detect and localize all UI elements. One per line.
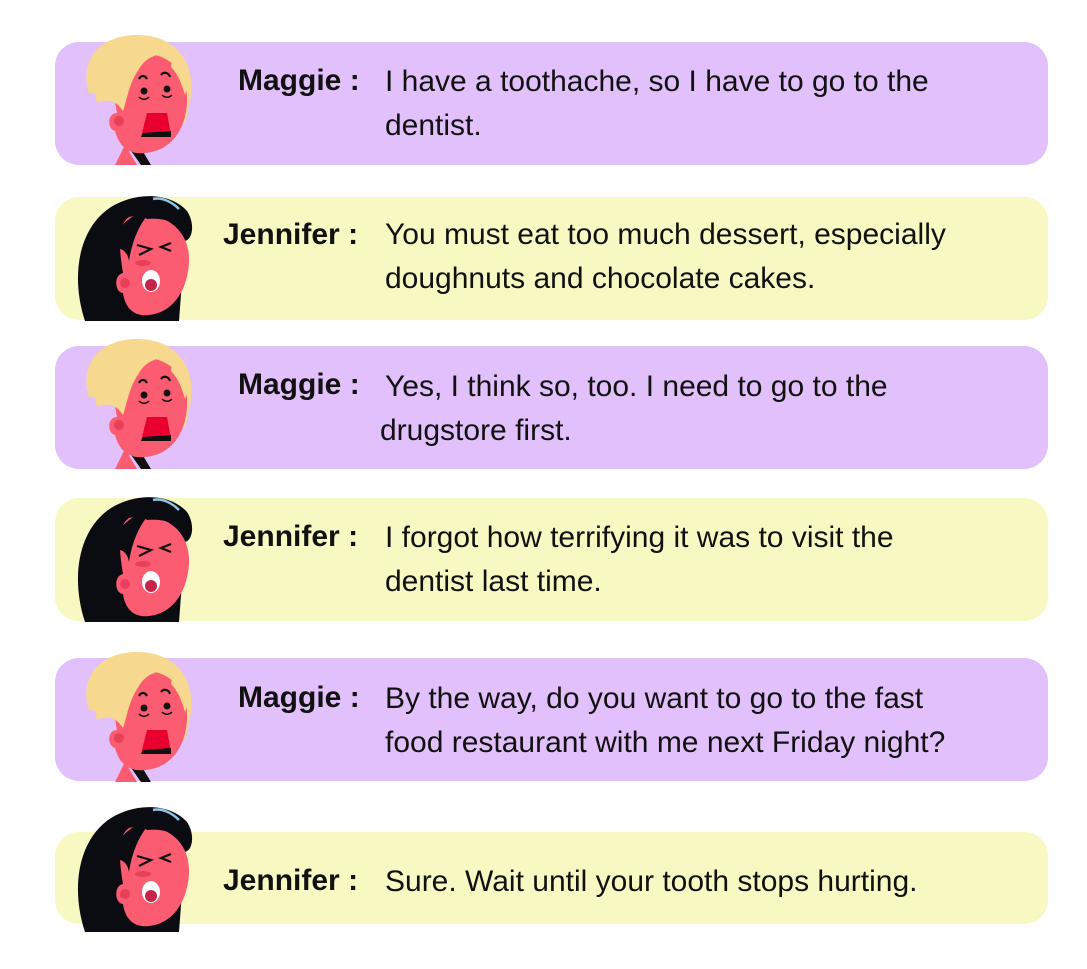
dialogue-line: You must eat too much dessert, especiall… (385, 218, 946, 251)
speaker-name: Jennifer (223, 218, 340, 251)
jennifer-avatar (67, 800, 197, 932)
maggie-avatar (67, 337, 197, 469)
speaker-name: Jennifer (223, 520, 340, 553)
speaker-separator: : (349, 681, 360, 714)
jennifer-avatar (67, 189, 197, 321)
speaker-separator: : (349, 64, 360, 97)
dialogue-line: food restaurant with me next Friday nigh… (385, 726, 946, 759)
speaker-separator: : (349, 368, 360, 401)
maggie-avatar (67, 33, 197, 165)
speaker-separator: : (348, 218, 359, 251)
speaker-name: Maggie (238, 64, 342, 97)
maggie-avatar (67, 650, 197, 782)
speaker-label: Jennifer : (223, 864, 358, 898)
jennifer-avatar (67, 490, 197, 622)
dialogue-line: I forgot how terrifying it was to visit … (385, 521, 894, 554)
speaker-name: Maggie (238, 681, 342, 714)
dialogue-line: dentist. (385, 109, 482, 142)
dialogue-line: I have a toothache, so I have to go to t… (385, 65, 929, 98)
speaker-label: Jennifer : (223, 218, 358, 252)
dialogue-line: doughnuts and chocolate cakes. (385, 262, 816, 295)
dialogue-line: Yes, I think so, too. I need to go to th… (385, 370, 888, 403)
speaker-name: Jennifer (223, 864, 340, 897)
dialogue-line: By the way, do you want to go to the fas… (385, 682, 924, 715)
speaker-separator: : (348, 520, 359, 553)
speaker-label: Maggie : (238, 368, 360, 402)
speaker-label: Maggie : (238, 681, 360, 715)
dialogue-line: drugstore first. (380, 414, 572, 447)
speaker-label: Maggie : (238, 64, 360, 98)
speaker-label: Jennifer : (223, 520, 358, 554)
dialogue-line: dentist last time. (385, 565, 602, 598)
speaker-name: Maggie (238, 368, 342, 401)
speaker-separator: : (348, 864, 359, 897)
dialogue-line: Sure. Wait until your tooth stops hurtin… (385, 865, 918, 898)
